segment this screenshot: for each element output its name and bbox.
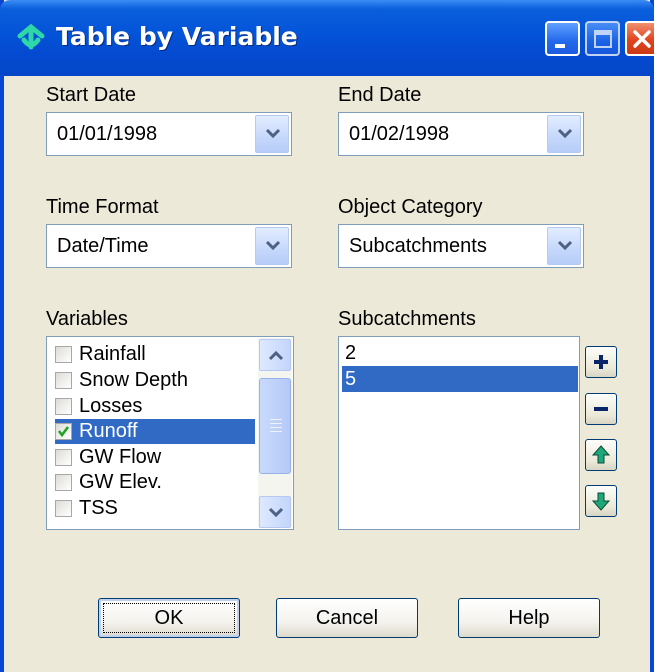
variable-item-label: Runoff: [79, 420, 138, 442]
variables-checklist[interactable]: Rainfall Snow Depth Losses Runoff GW Flo…: [46, 336, 294, 530]
title-bar[interactable]: Table by Variable: [0, 0, 654, 76]
end-date-dropdown-button[interactable]: [547, 115, 581, 153]
variable-checkbox[interactable]: [55, 474, 72, 491]
subcatchment-item[interactable]: 5: [342, 366, 578, 392]
move-up-button[interactable]: [585, 439, 617, 471]
variable-item-label: GW Flow: [79, 446, 162, 468]
remove-button[interactable]: [585, 393, 617, 425]
time-format-dropdown[interactable]: Date/Time: [46, 224, 292, 268]
variable-checkbox[interactable]: [55, 372, 72, 389]
variable-item-runoff[interactable]: Runoff: [55, 419, 255, 444]
object-category-value: Subcatchments: [349, 235, 487, 257]
time-format-value: Date/Time: [57, 235, 149, 257]
scroll-down-button[interactable]: [259, 496, 291, 528]
start-date-value: 01/01/1998: [57, 123, 158, 145]
maximize-icon: [594, 30, 612, 48]
start-date-dropdown-button[interactable]: [255, 115, 289, 153]
object-category-dropdown[interactable]: Subcatchments: [338, 224, 584, 268]
variable-checkbox[interactable]: [55, 346, 72, 363]
variable-item-label: Rainfall: [79, 343, 146, 365]
chevron-down-icon: [268, 507, 284, 518]
subcatchment-item-label: 5: [345, 368, 357, 390]
window-title: Table by Variable: [56, 22, 298, 51]
scroll-thumb[interactable]: [259, 378, 291, 474]
variable-checkbox[interactable]: [55, 398, 72, 415]
table-by-variable-dialog: Table by Variable Start Date 01/01/1998 …: [0, 0, 654, 672]
chevron-down-icon: [557, 128, 573, 139]
chevron-down-icon: [265, 240, 281, 251]
variable-checkbox[interactable]: [55, 423, 72, 440]
chevron-down-icon: [265, 128, 281, 139]
end-date-dropdown[interactable]: 01/02/1998: [338, 112, 584, 156]
help-button[interactable]: Help: [458, 598, 600, 638]
variables-scrollbar[interactable]: [258, 338, 292, 528]
move-down-icon: [591, 492, 611, 511]
variable-checkbox[interactable]: [55, 500, 72, 517]
add-icon: [594, 355, 608, 369]
cancel-button-label: Cancel: [315, 607, 379, 629]
cancel-button[interactable]: Cancel: [276, 598, 418, 638]
swmm-app-icon: [17, 23, 45, 50]
subcatchments-list[interactable]: 2 5: [338, 336, 580, 530]
move-up-icon: [591, 445, 611, 464]
variable-item-label: TSS: [79, 497, 118, 519]
subcatchment-item[interactable]: 2: [342, 340, 578, 366]
time-format-dropdown-button[interactable]: [255, 227, 289, 265]
start-date-label: Start Date: [46, 84, 137, 106]
object-category-label: Object Category: [338, 196, 483, 218]
minimize-icon: [555, 44, 565, 48]
end-date-label: End Date: [338, 84, 422, 106]
object-category-dropdown-button[interactable]: [547, 227, 581, 265]
add-button[interactable]: [585, 346, 617, 378]
end-date-value: 01/02/1998: [349, 123, 450, 145]
scroll-up-button[interactable]: [259, 339, 291, 371]
variable-checkbox[interactable]: [55, 449, 72, 466]
ok-button[interactable]: OK: [98, 598, 240, 638]
variables-label: Variables: [46, 308, 128, 330]
variable-item-label: GW Elev.: [79, 471, 162, 493]
chevron-down-icon: [557, 240, 573, 251]
chevron-up-icon: [268, 350, 284, 361]
variable-item-label: Losses: [79, 395, 143, 417]
subcatchment-item-label: 2: [345, 342, 357, 364]
close-icon: [633, 30, 651, 48]
subcatchments-label: Subcatchments: [338, 308, 476, 330]
start-date-dropdown[interactable]: 01/01/1998: [46, 112, 292, 156]
maximize-button[interactable]: [585, 21, 620, 56]
move-down-button[interactable]: [585, 485, 617, 517]
variable-item-label: Snow Depth: [79, 369, 188, 391]
minimize-button[interactable]: [545, 21, 580, 56]
close-button[interactable]: [625, 21, 654, 56]
help-button-label: Help: [508, 607, 550, 629]
time-format-label: Time Format: [46, 196, 159, 218]
checkmark-icon: [58, 426, 69, 438]
remove-icon: [594, 407, 608, 411]
